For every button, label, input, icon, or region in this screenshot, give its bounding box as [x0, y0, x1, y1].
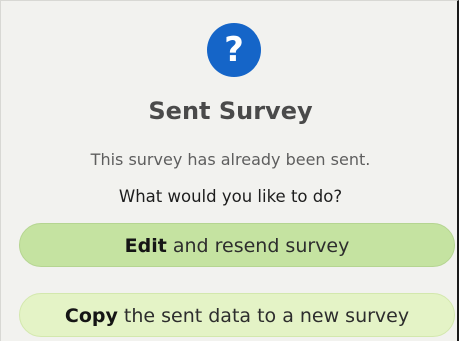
dialog-title: Sent Survey — [148, 97, 313, 125]
edit-button-label: and resend survey — [166, 235, 350, 257]
copy-button-label: the sent data to a new survey — [117, 305, 410, 327]
copy-to-new-survey-button[interactable]: Copy the sent data to a new survey — [19, 293, 455, 337]
sent-survey-dialog: ? Sent Survey This survey has already be… — [0, 0, 459, 341]
edit-and-resend-button[interactable]: Edit and resend survey — [19, 223, 455, 267]
dialog-question: What would you like to do? — [118, 187, 343, 206]
dialog-message: This survey has already been sent. — [90, 150, 371, 169]
question-icon: ? — [207, 23, 261, 77]
copy-button-bold-label: Copy — [64, 305, 118, 327]
edit-button-bold-label: Edit — [124, 235, 167, 257]
